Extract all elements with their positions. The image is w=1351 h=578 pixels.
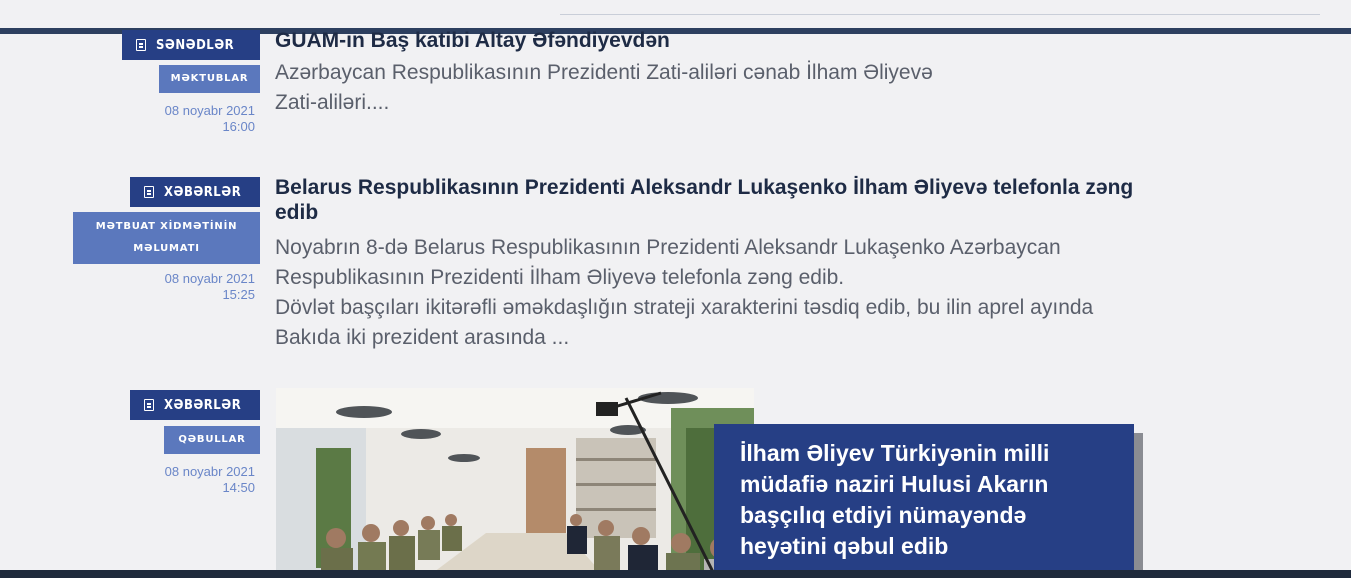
news-entry-1: SƏNƏDLƏR MƏKTUBLAR 08 noyabr 2021 16:00 …	[0, 0, 1351, 150]
subcategory-label: QƏBULLAR	[178, 434, 246, 445]
headline-text: GUAM-ın Baş katibi Altay Əfəndiyevdən	[275, 29, 670, 52]
meeting-photo-illustration	[276, 388, 754, 578]
entry-date: 08 noyabr 2021 16:00	[165, 103, 255, 135]
caption-line: müdafiə naziri Hulusi Akarın	[740, 471, 1049, 497]
entry-headline[interactable]: GUAM-ın Baş katibi Altay Əfəndiyevdən	[275, 28, 670, 53]
time-text: 16:00	[222, 119, 255, 134]
date-text: 08 noyabr 2021	[164, 271, 255, 286]
subcategory-label: MƏLUMATI	[133, 243, 200, 254]
category-tag[interactable]: SƏNƏDLƏR	[122, 30, 260, 60]
category-label: SƏNƏDLƏR	[156, 37, 235, 53]
excerpt-line: Noyabrın 8-də Belarus Respublikasının Pr…	[275, 236, 1061, 259]
news-entry-2: XƏBƏRLƏR MƏTBUAT XİDMƏTİNİN MƏLUMATI 08 …	[0, 160, 1351, 360]
headline-line: edib	[275, 201, 319, 224]
subcategory-tag[interactable]: MƏKTUBLAR	[159, 65, 260, 93]
document-icon	[136, 39, 146, 51]
news-photo[interactable]	[276, 388, 754, 578]
subcategory-label: MƏKTUBLAR	[170, 73, 249, 84]
caption-line: İlham Əliyev Türkiyənin milli	[740, 440, 1050, 466]
entry-meta: XƏBƏRLƏR MƏTBUAT XİDMƏTİNİN MƏLUMATI 08 …	[0, 160, 260, 360]
excerpt-line: Azərbaycan Respublikasının Prezidenti Za…	[275, 61, 933, 84]
category-tag[interactable]: XƏBƏRLƏR	[130, 177, 260, 207]
excerpt-line: Bakıda iki prezident arasında ...	[275, 326, 570, 349]
subcategory-tag[interactable]: MƏTBUAT XİDMƏTİNİN MƏLUMATI	[73, 212, 260, 264]
time-text: 15:25	[222, 287, 255, 302]
entry-excerpt: Azərbaycan Respublikasının Prezidenti Za…	[275, 58, 933, 118]
date-text: 08 noyabr 2021	[164, 103, 255, 118]
news-feed-page: SƏNƏDLƏR MƏKTUBLAR 08 noyabr 2021 16:00 …	[0, 0, 1351, 578]
entry-date: 08 noyabr 2021 14:50	[165, 464, 255, 496]
caption-line: heyətini qəbul edib	[740, 533, 949, 559]
category-label: XƏBƏRLƏR	[164, 184, 242, 200]
date-text: 08 noyabr 2021	[164, 464, 255, 479]
entry-headline[interactable]: Belarus Respublikasının Prezidenti Aleks…	[275, 175, 1215, 225]
subcategory-label: MƏTBUAT XİDMƏTİNİN	[95, 221, 238, 232]
document-icon	[144, 186, 154, 198]
excerpt-line: Zati-aliləri....	[275, 91, 390, 114]
entry-meta: SƏNƏDLƏR MƏKTUBLAR 08 noyabr 2021 16:00	[0, 0, 260, 150]
category-label: XƏBƏRLƏR	[164, 397, 242, 413]
excerpt-line: Respublikasının Prezidenti İlham Əliyevə…	[275, 266, 845, 289]
headline-line: Belarus Respublikasının Prezidenti Aleks…	[275, 176, 1134, 199]
excerpt-line: Dövlət başçıları ikitərəfli əməkdaşlığın…	[275, 296, 1094, 319]
bottom-bar	[0, 570, 1351, 578]
entry-meta: XƏBƏRLƏR QƏBULLAR 08 noyabr 2021 14:50	[0, 378, 260, 578]
subcategory-tag[interactable]: QƏBULLAR	[164, 426, 260, 454]
photo-caption[interactable]: İlham Əliyev Türkiyənin milli müdafiə na…	[714, 424, 1134, 578]
time-text: 14:50	[222, 480, 255, 495]
entry-date: 08 noyabr 2021 15:25	[165, 271, 255, 303]
document-icon	[144, 399, 154, 411]
entry-excerpt: Noyabrın 8-də Belarus Respublikasının Pr…	[275, 233, 1093, 353]
category-tag[interactable]: XƏBƏRLƏR	[130, 390, 260, 420]
caption-line: başçılıq etdiyi nümayəndə	[740, 502, 1027, 528]
